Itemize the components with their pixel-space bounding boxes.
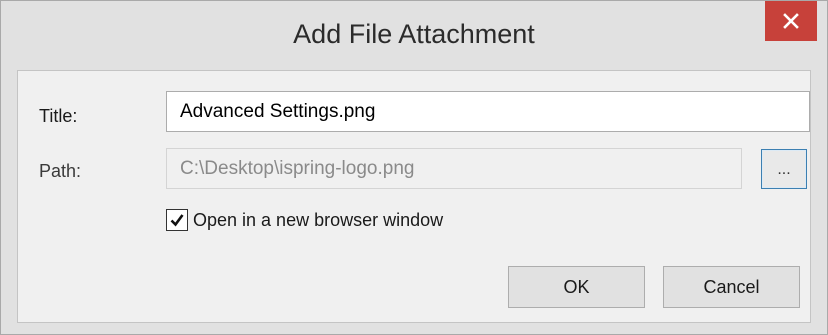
title-label: Title: (39, 106, 78, 126)
cancel-button[interactable]: Cancel (663, 266, 800, 308)
dialog-content: Title: Advanced Settings.png Path: C:\De… (17, 70, 811, 323)
browse-button[interactable]: ... (761, 149, 807, 189)
checkmark-icon (170, 214, 184, 227)
add-file-attachment-dialog: Add File Attachment Title: Advanced Sett… (0, 0, 828, 335)
open-new-window-option[interactable]: Open in a new browser window (166, 209, 443, 231)
title-input[interactable]: Advanced Settings.png (166, 91, 810, 132)
path-input[interactable]: C:\Desktop\ispring-logo.png (166, 148, 742, 189)
open-new-window-label: Open in a new browser window (193, 209, 444, 230)
dialog-title: Add File Attachment (293, 19, 535, 49)
close-icon (783, 13, 799, 29)
path-label: Path: (39, 161, 82, 181)
ok-button[interactable]: OK (508, 266, 645, 308)
open-new-window-checkbox[interactable] (166, 209, 188, 231)
close-button[interactable] (765, 1, 817, 41)
title-bar[interactable]: Add File Attachment (1, 1, 827, 65)
